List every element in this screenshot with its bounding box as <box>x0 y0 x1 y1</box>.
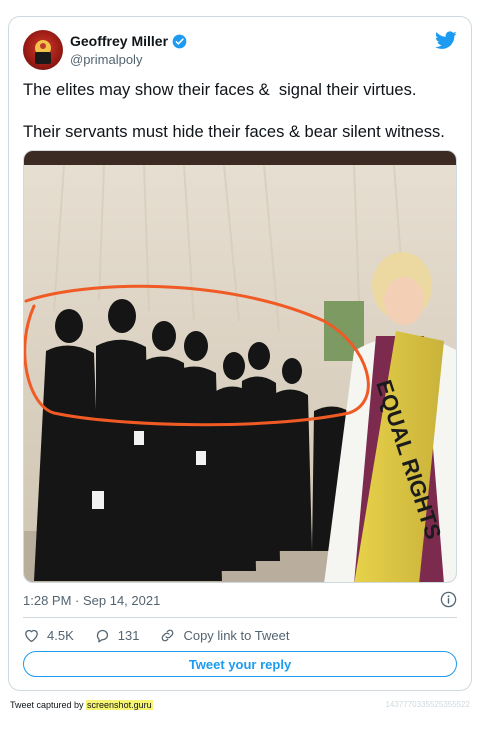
author-info: Geoffrey Miller @primalpoly <box>70 32 187 67</box>
reply-bubble-icon <box>96 629 108 643</box>
reply-count-button[interactable]: 131 <box>94 627 140 644</box>
like-count: 4.5K <box>47 627 74 643</box>
avatar-icon <box>35 40 51 64</box>
tweet-photo[interactable]: EQUAL RIGHTS <box>23 150 457 583</box>
divider <box>23 617 457 618</box>
footer-prefix: Tweet captured by <box>10 700 87 710</box>
reply-count: 131 <box>117 627 140 643</box>
tweet-text: The elites may show their faces & signal… <box>23 80 463 143</box>
tweet-text-line-1: The elites may show their faces & signal… <box>23 81 417 99</box>
tweet-id: 1437770335525355522 <box>385 700 470 709</box>
tweet-timestamp[interactable]: 1:28 PM · Sep 14, 2021 <box>23 593 160 608</box>
author-display-name[interactable]: Geoffrey Miller <box>70 33 168 49</box>
author-handle[interactable]: @primalpoly <box>70 52 187 67</box>
capture-footer: Tweet captured by screenshot.guru <box>10 700 153 710</box>
info-icon[interactable] <box>440 591 457 608</box>
like-button[interactable]: 4.5K <box>23 627 74 644</box>
copy-link-label: Copy link to Tweet <box>183 627 290 643</box>
tweet-text-line-2: Their servants must hide their faces & b… <box>23 123 445 141</box>
copy-link-button[interactable]: Copy link to Tweet <box>159 627 289 644</box>
link-icon <box>162 629 174 641</box>
tweet-card: Geoffrey Miller @primalpoly The elites m… <box>8 16 472 691</box>
footer-brand-link[interactable]: screenshot.guru <box>86 700 153 710</box>
action-bar: 4.5K 131 Copy link to Tweet <box>23 626 309 644</box>
twitter-bird-icon[interactable] <box>435 31 457 50</box>
verified-badge-icon <box>172 34 187 48</box>
photo-scene: EQUAL RIGHTS <box>24 151 456 582</box>
heart-icon <box>25 629 38 642</box>
tweet-your-reply-button[interactable]: Tweet your reply <box>23 651 457 677</box>
avatar[interactable] <box>23 30 63 70</box>
